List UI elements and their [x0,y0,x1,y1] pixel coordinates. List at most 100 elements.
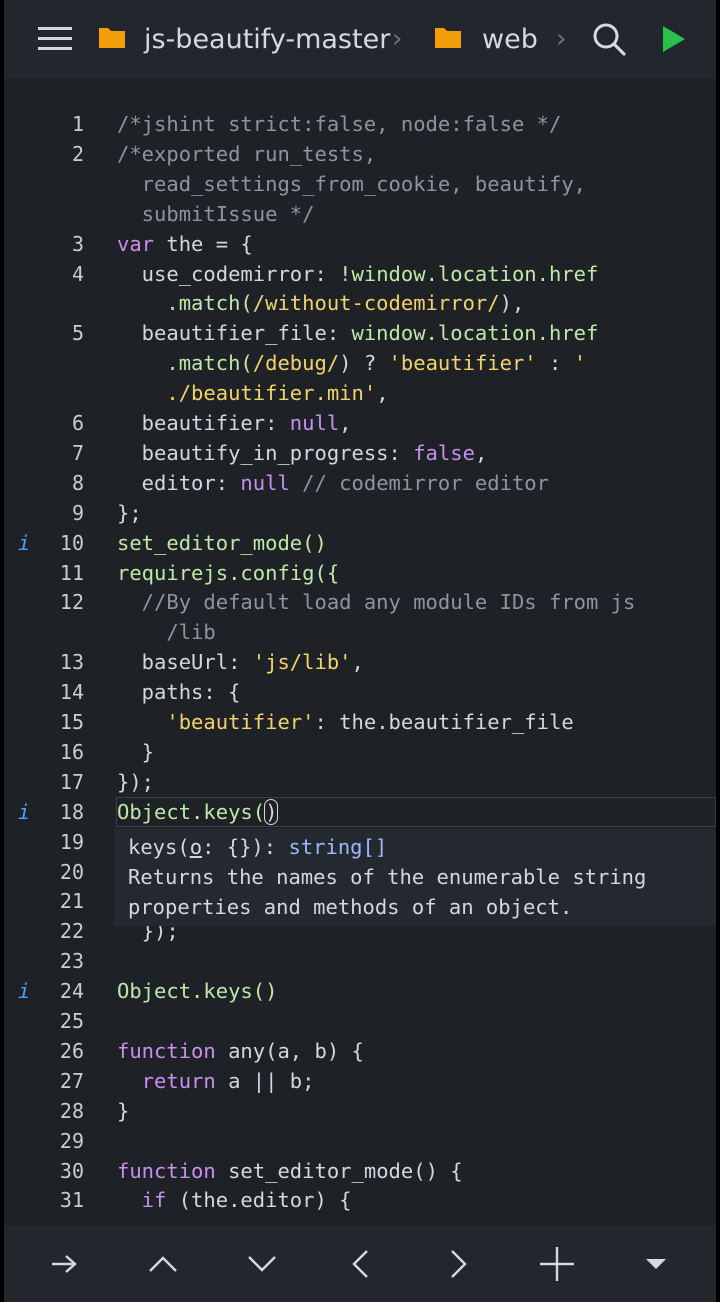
code-line[interactable]: /lib [4,617,716,647]
code-line[interactable]: .match(/without-codemirror/), [4,288,716,318]
code-token: if [117,1188,167,1213]
code-line[interactable]: 15 'beautifier': the.beautifier_file [4,707,716,737]
signature-line: keys(o: {}): string[] [128,832,387,862]
code-token: ) ? [339,351,389,376]
line-number: 15 [59,710,84,734]
line-number: 20 [59,859,84,884]
code-line[interactable]: 3 var the = { [4,229,716,259]
breadcrumb-folder-js-beautify-master[interactable]: js-beautify-master [98,0,390,78]
code-line[interactable]: 29 [4,1126,716,1156]
code-token: function [117,1038,216,1063]
code-text: .match(/without-codemirror/), [117,288,524,318]
code-line[interactable]: 25 [4,1006,716,1036]
code-line[interactable]: 26 function any(a, b) { [4,1036,716,1066]
code-line[interactable]: 2 /*exported run_tests, [4,139,716,169]
code-line[interactable]: ./beautifier.min', [4,378,716,408]
code-token: /*exported run_tests, [117,141,377,166]
code-line[interactable]: 12 //By default load any module IDs from… [4,587,716,617]
chevron-up-icon [149,1256,177,1272]
code-text: requirejs.config({ [117,558,339,588]
code-line[interactable]: 13 baseUrl: 'js/lib', [4,647,716,677]
cursor-up-button[interactable] [123,1226,203,1302]
signature-help-tooltip: keys(o: {}): string[] Returns the names o… [114,828,716,926]
code-text: paths: { [117,677,241,707]
code-text: read_settings_from_cookie, beautify, [117,169,586,199]
hamburger-menu-icon[interactable] [34,0,76,78]
info-marker-icon[interactable]: i [18,976,30,1006]
run-play-icon[interactable] [662,0,686,78]
code-line[interactable]: 9}; [4,498,716,528]
info-marker-icon[interactable]: i [18,528,30,558]
code-line[interactable]: submitIssue */ [4,199,716,229]
code-line[interactable]: 8 editor: null // codemirror editor [4,468,716,498]
bottom-key-bar [4,1226,716,1302]
line-number: 18 [59,799,84,824]
line-number: 23 [59,949,84,974]
caret-down-icon [646,1259,666,1269]
code-line[interactable]: 23 [4,946,716,976]
chevron-right-icon [451,1250,467,1278]
code-line[interactable]: 28} [4,1096,716,1126]
code-token: /lib [117,620,216,645]
code-token: ./beautifier.min' [117,381,377,406]
code-editor[interactable]: 1 /*jshint strict:false, node:false */ 2 /*… [4,78,716,1226]
top-app-bar: js-beautify-master › web › [4,0,716,78]
cursor-down-button[interactable] [222,1226,302,1302]
code-line[interactable]: 31 if (the.editor) { [4,1185,716,1215]
cursor-left-button[interactable] [320,1226,400,1302]
code-token: /*jshint strict:false, node:false */ [117,112,562,136]
code-token: ' [573,351,587,376]
code-text: if (the.editor) { [117,1185,352,1215]
code-token: (the.editor) { [166,1188,352,1213]
code-text: ./beautifier.min', [117,378,389,408]
code-token: , [376,381,389,406]
tooltip-description-line: properties and methods of an object. [128,895,573,919]
code-line[interactable]: 27 return a || b; [4,1066,716,1096]
line-number: 21 [59,889,84,914]
code-token: editor: [117,470,241,495]
code-line[interactable]: 30 function set_editor_mode() { [4,1156,716,1186]
chevron-down-icon [248,1256,276,1272]
breadcrumb-label: web [482,23,538,55]
code-token: 'beautifier' [388,351,537,376]
code-line[interactable]: 24 i Object.keys() [4,976,716,1006]
code-token: : the.beautifier_file [314,710,574,734]
code-text: Object.keys() [117,797,279,827]
breadcrumb-folder-web[interactable]: web [434,0,538,78]
code-line[interactable]: 17}); [4,767,716,797]
code-text: } [117,737,154,767]
code-line[interactable]: 5 beautifier_file: window.location.href [4,318,716,348]
tab-indent-button[interactable] [24,1226,104,1302]
code-line[interactable]: 11 requirejs.config({ [4,558,716,588]
line-number: 19 [59,829,84,854]
code-token: null [240,470,290,495]
code-line[interactable]: .match(/debug/) ? 'beautifier' : ' [4,348,716,378]
code-line[interactable]: 14 paths: { [4,677,716,707]
code-line[interactable]: 10 i set_editor_mode() [4,528,716,558]
code-line[interactable]: read_settings_from_cookie, beautify, [4,169,716,199]
code-token: set_editor_mode() { [215,1158,463,1183]
sig-param: o [189,835,203,859]
code-token: submitIssue */ [117,201,315,226]
code-token: .match( [117,291,253,316]
info-marker-icon[interactable]: i [18,797,30,827]
code-token: 'beautifier' [117,710,315,734]
folder-icon [434,25,462,53]
code-token: set_editor_mode() [117,530,327,555]
search-icon[interactable] [592,0,626,78]
code-line[interactable]: 1 /*jshint strict:false, node:false */ [4,109,716,139]
code-token: beautifier: [117,411,290,435]
code-token: false [413,440,475,465]
more-menu-button[interactable] [616,1226,696,1302]
code-token: beautifier_file: [117,321,352,346]
code-line[interactable]: 4 use_codemirror: !window.location.href [4,259,716,289]
line-number: 26 [59,1038,84,1063]
add-button[interactable] [517,1226,597,1302]
code-editor-app: js-beautify-master › web › 1 /*jshint str… [4,0,716,1302]
code-line[interactable]: 18 i Object.keys() [18,796,716,827]
line-number: 13 [59,650,84,675]
code-line[interactable]: 7 beautify_in_progress: false, [4,438,716,468]
code-line[interactable]: 6 beautifier: null, [4,408,716,438]
cursor-right-button[interactable] [419,1226,499,1302]
code-line[interactable]: 16 } [4,737,716,767]
